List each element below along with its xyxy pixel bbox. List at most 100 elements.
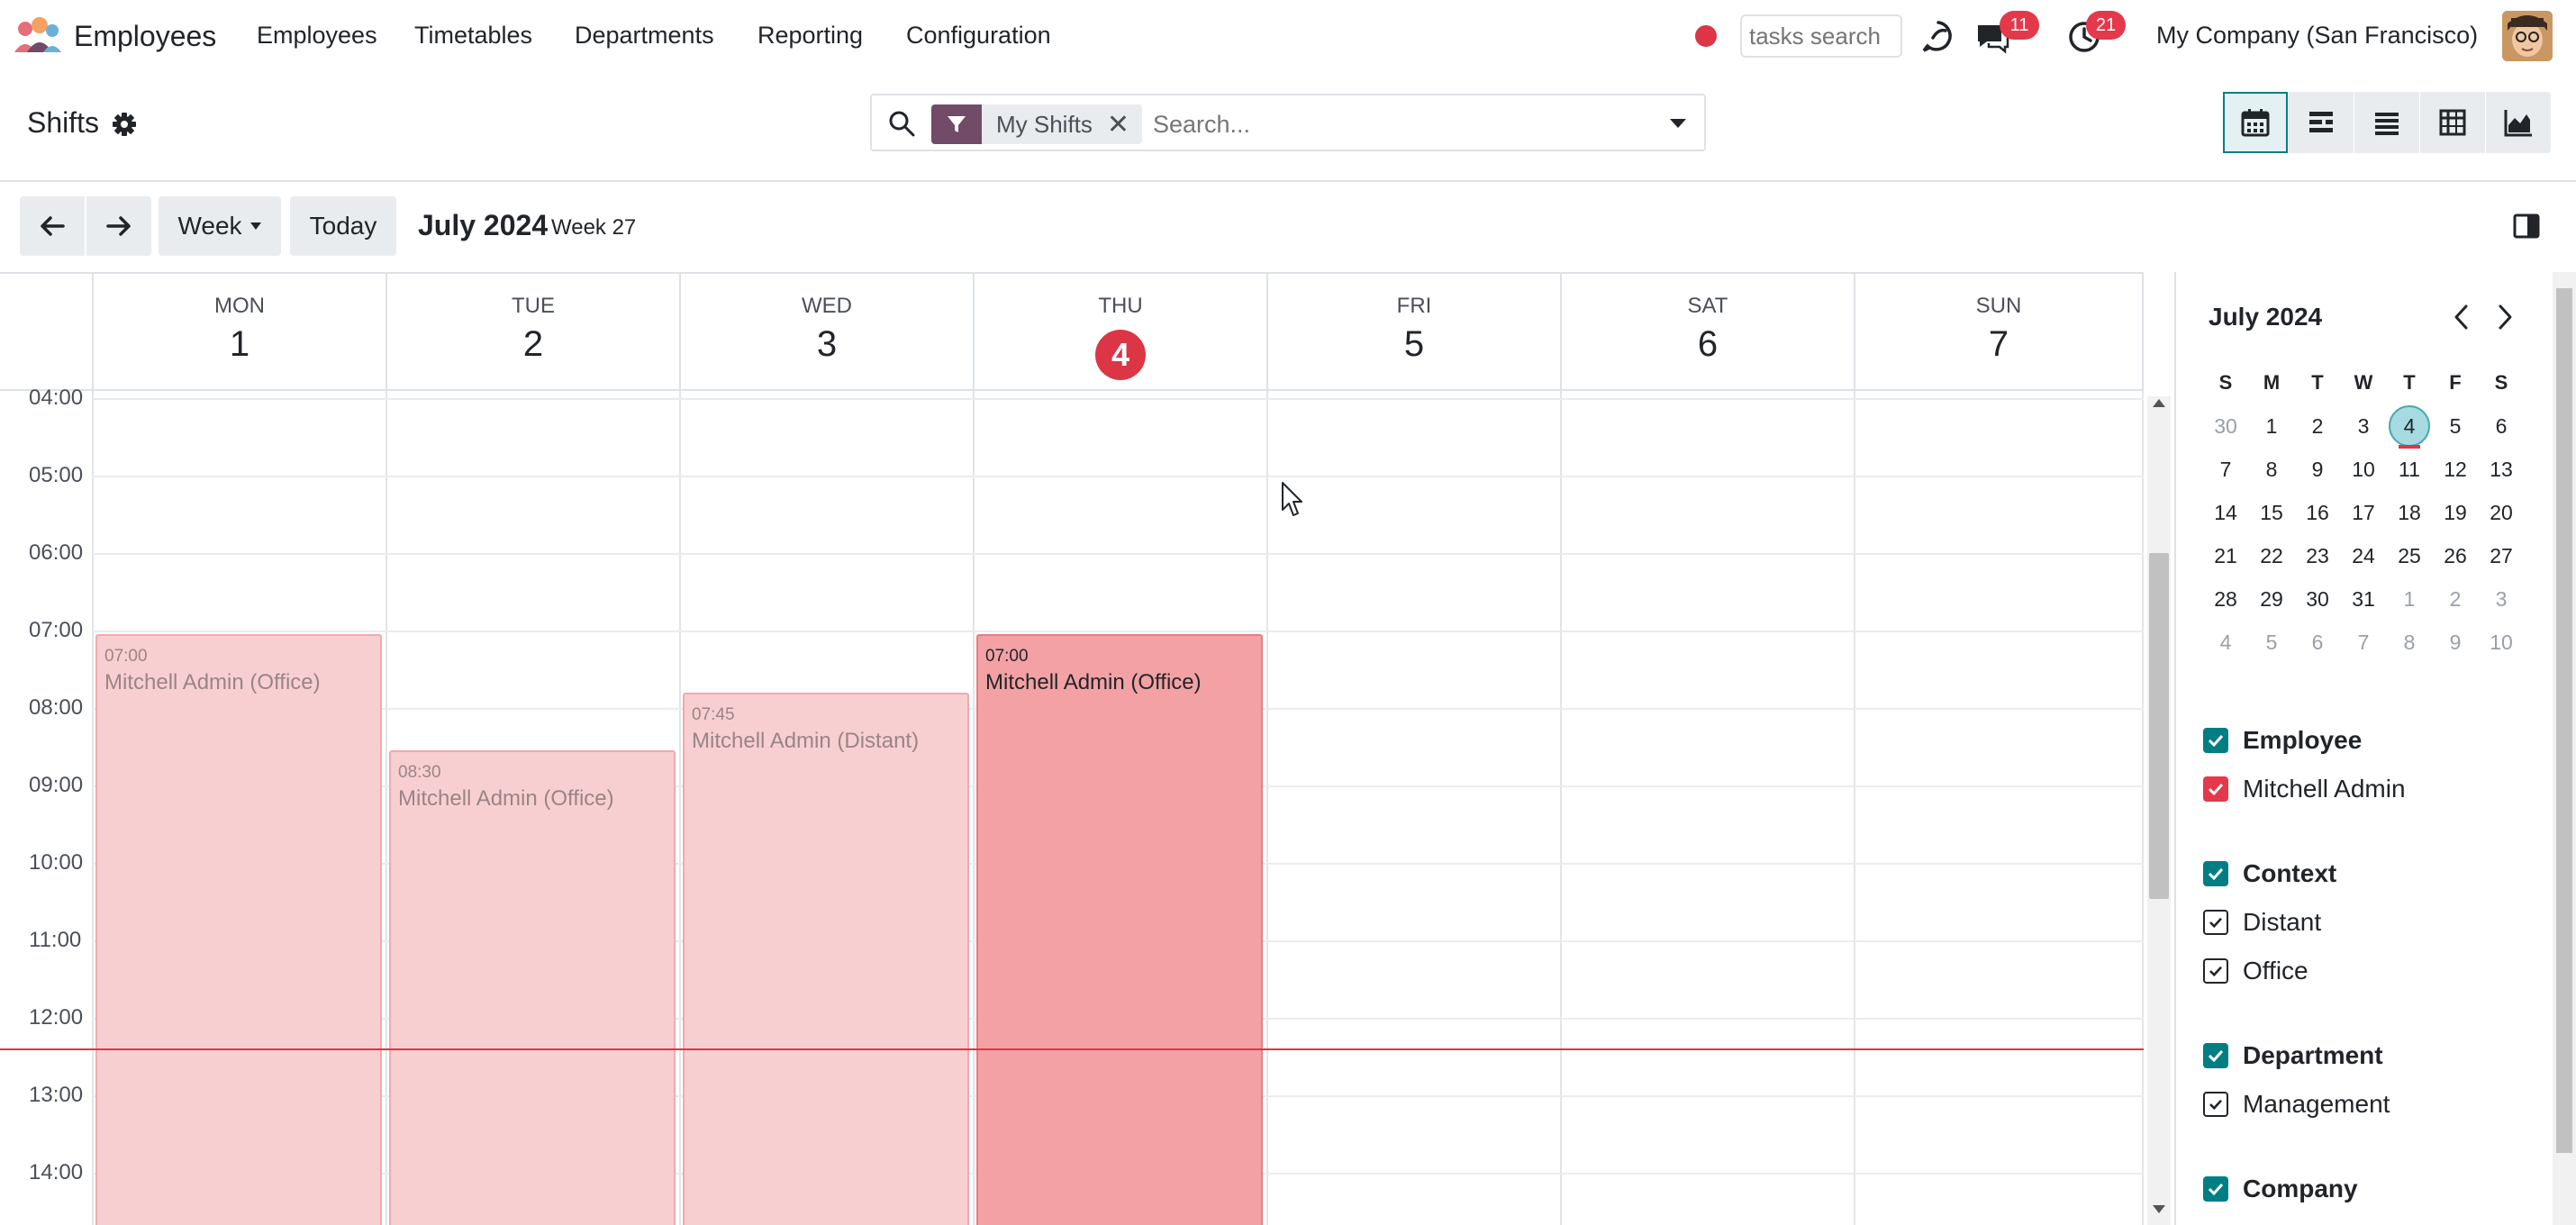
- day-header-sat[interactable]: SAT 6: [1560, 274, 1854, 391]
- mini-calendar-day[interactable]: 16: [2295, 501, 2340, 525]
- mini-calendar-day[interactable]: 6: [2295, 631, 2340, 655]
- chevron-left-icon[interactable]: [2452, 303, 2472, 331]
- mini-calendar-day[interactable]: 9: [2433, 631, 2478, 655]
- scroll-up-icon[interactable]: [2151, 396, 2167, 409]
- context-filter-heading[interactable]: Context: [2243, 859, 2336, 888]
- recording-indicator[interactable]: [1695, 25, 1717, 47]
- menu-configuration[interactable]: Configuration: [906, 22, 1051, 50]
- mini-calendar-day[interactable]: 21: [2203, 544, 2248, 568]
- day-header-wed[interactable]: WED 3: [679, 274, 973, 391]
- mini-calendar-day[interactable]: 10: [2341, 458, 2386, 482]
- mini-calendar-day[interactable]: 7: [2341, 631, 2386, 655]
- distant-filter[interactable]: Distant: [2243, 908, 2321, 937]
- mini-calendar-day[interactable]: 17: [2341, 501, 2386, 525]
- mini-calendar-day[interactable]: 29: [2249, 587, 2294, 612]
- company-switcher[interactable]: My Company (San Francisco): [2156, 22, 2478, 50]
- mini-calendar-day[interactable]: 9: [2295, 458, 2340, 482]
- scale-dropdown[interactable]: Week: [159, 196, 281, 256]
- context-filter-checkbox[interactable]: [2203, 861, 2228, 886]
- event-mon[interactable]: 07:00 Mitchell Admin (Office): [95, 634, 382, 1225]
- mini-calendar-day[interactable]: 8: [2249, 458, 2294, 482]
- mini-calendar-day[interactable]: 4: [2387, 414, 2432, 439]
- company-filter-heading[interactable]: Company: [2243, 1175, 2358, 1203]
- office-filter[interactable]: Office: [2243, 957, 2308, 985]
- gear-icon[interactable]: [112, 112, 137, 137]
- toggle-side-panel-icon[interactable]: [2513, 213, 2540, 240]
- employee-filter-checkbox[interactable]: [2203, 728, 2228, 753]
- mini-calendar-day[interactable]: 2: [2433, 587, 2478, 612]
- mini-calendar-day[interactable]: 14: [2203, 501, 2248, 525]
- management-checkbox[interactable]: [2203, 1092, 2228, 1117]
- employee-filter-heading[interactable]: Employee: [2243, 726, 2362, 755]
- mini-calendar-day[interactable]: 31: [2341, 587, 2386, 612]
- mini-calendar-day[interactable]: 3: [2479, 587, 2524, 612]
- mini-calendar-day[interactable]: 18: [2387, 501, 2432, 525]
- mini-calendar-day[interactable]: 6: [2479, 414, 2524, 439]
- app-name[interactable]: Employees: [74, 20, 216, 53]
- mini-calendar-day[interactable]: 7: [2203, 458, 2248, 482]
- menu-timetables[interactable]: Timetables: [414, 22, 532, 50]
- mini-calendar-day[interactable]: 15: [2249, 501, 2294, 525]
- mini-calendar-day[interactable]: 28: [2203, 587, 2248, 612]
- chevron-right-icon[interactable]: [2495, 303, 2515, 331]
- mini-calendar-day[interactable]: 19: [2433, 501, 2478, 525]
- scroll-down-icon[interactable]: [2151, 1203, 2167, 1216]
- mini-calendar-day[interactable]: 27: [2479, 544, 2524, 568]
- management-filter[interactable]: Management: [2243, 1090, 2390, 1119]
- mini-calendar-day[interactable]: 30: [2203, 414, 2248, 439]
- previous-button[interactable]: [20, 196, 85, 256]
- day-header-thu[interactable]: THU 4: [973, 274, 1266, 391]
- department-filter-heading[interactable]: Department: [2243, 1041, 2383, 1070]
- mini-calendar-day[interactable]: 1: [2249, 414, 2294, 439]
- today-button[interactable]: Today: [290, 196, 396, 256]
- facet-remove-icon[interactable]: ✕: [1106, 104, 1143, 144]
- search-icon[interactable]: [888, 110, 915, 137]
- mini-calendar-day[interactable]: 13: [2479, 458, 2524, 482]
- office-checkbox[interactable]: [2203, 958, 2228, 984]
- mini-calendar-day[interactable]: 24: [2341, 544, 2386, 568]
- menu-departments[interactable]: Departments: [575, 22, 714, 50]
- department-filter-checkbox[interactable]: [2203, 1043, 2228, 1068]
- event-tue[interactable]: 08:30 Mitchell Admin (Office): [389, 750, 676, 1225]
- search-input[interactable]: [1153, 104, 1603, 144]
- view-gantt-button[interactable]: [2289, 92, 2354, 153]
- mini-calendar-day[interactable]: 10: [2479, 631, 2524, 655]
- view-list-button[interactable]: [2354, 92, 2419, 153]
- menu-employees[interactable]: Employees: [257, 22, 377, 50]
- mini-calendar-day[interactable]: 22: [2249, 544, 2294, 568]
- menu-reporting[interactable]: Reporting: [757, 22, 863, 50]
- mini-calendar-day[interactable]: 23: [2295, 544, 2340, 568]
- view-calendar-button[interactable]: [2223, 92, 2288, 153]
- mini-calendar-day[interactable]: 11: [2387, 458, 2432, 482]
- day-header-mon[interactable]: MON 1: [92, 274, 385, 391]
- event-wed[interactable]: 07:45 Mitchell Admin (Distant): [683, 693, 969, 1225]
- app-switcher[interactable]: Employees: [13, 16, 216, 56]
- mitchell-admin-filter[interactable]: Mitchell Admin: [2243, 775, 2406, 803]
- user-avatar[interactable]: [2502, 11, 2553, 61]
- view-pivot-button[interactable]: [2420, 92, 2485, 153]
- side-panel-scroll-thumb[interactable]: [2556, 288, 2572, 1153]
- view-graph-button[interactable]: [2486, 92, 2551, 153]
- day-header-tue[interactable]: TUE 2: [385, 274, 679, 391]
- distant-checkbox[interactable]: [2203, 910, 2228, 935]
- mini-calendar-day[interactable]: 30: [2295, 587, 2340, 612]
- mini-calendar-day[interactable]: 20: [2479, 501, 2524, 525]
- mini-calendar-day[interactable]: 1: [2387, 587, 2432, 612]
- mini-calendar-day[interactable]: 3: [2341, 414, 2386, 439]
- discuss-icon[interactable]: [1920, 18, 1956, 54]
- mini-calendar-day[interactable]: 8: [2387, 631, 2432, 655]
- mini-calendar-day[interactable]: 26: [2433, 544, 2478, 568]
- mitchell-admin-checkbox[interactable]: [2203, 776, 2228, 802]
- mini-calendar-day[interactable]: 12: [2433, 458, 2478, 482]
- tasks-search-input[interactable]: [1740, 14, 1902, 58]
- search-options-toggle[interactable]: [1652, 94, 1706, 151]
- next-button[interactable]: [86, 196, 151, 256]
- calendar-scroll-thumb[interactable]: [2149, 553, 2169, 899]
- day-header-fri[interactable]: FRI 5: [1266, 274, 1560, 391]
- mini-calendar-day[interactable]: 5: [2249, 631, 2294, 655]
- mini-calendar-day[interactable]: 2: [2295, 414, 2340, 439]
- event-thu[interactable]: 07:00 Mitchell Admin (Office): [976, 634, 1263, 1225]
- company-filter-checkbox[interactable]: [2203, 1176, 2228, 1202]
- mini-calendar-day[interactable]: 25: [2387, 544, 2432, 568]
- mini-calendar-day[interactable]: 4: [2203, 631, 2248, 655]
